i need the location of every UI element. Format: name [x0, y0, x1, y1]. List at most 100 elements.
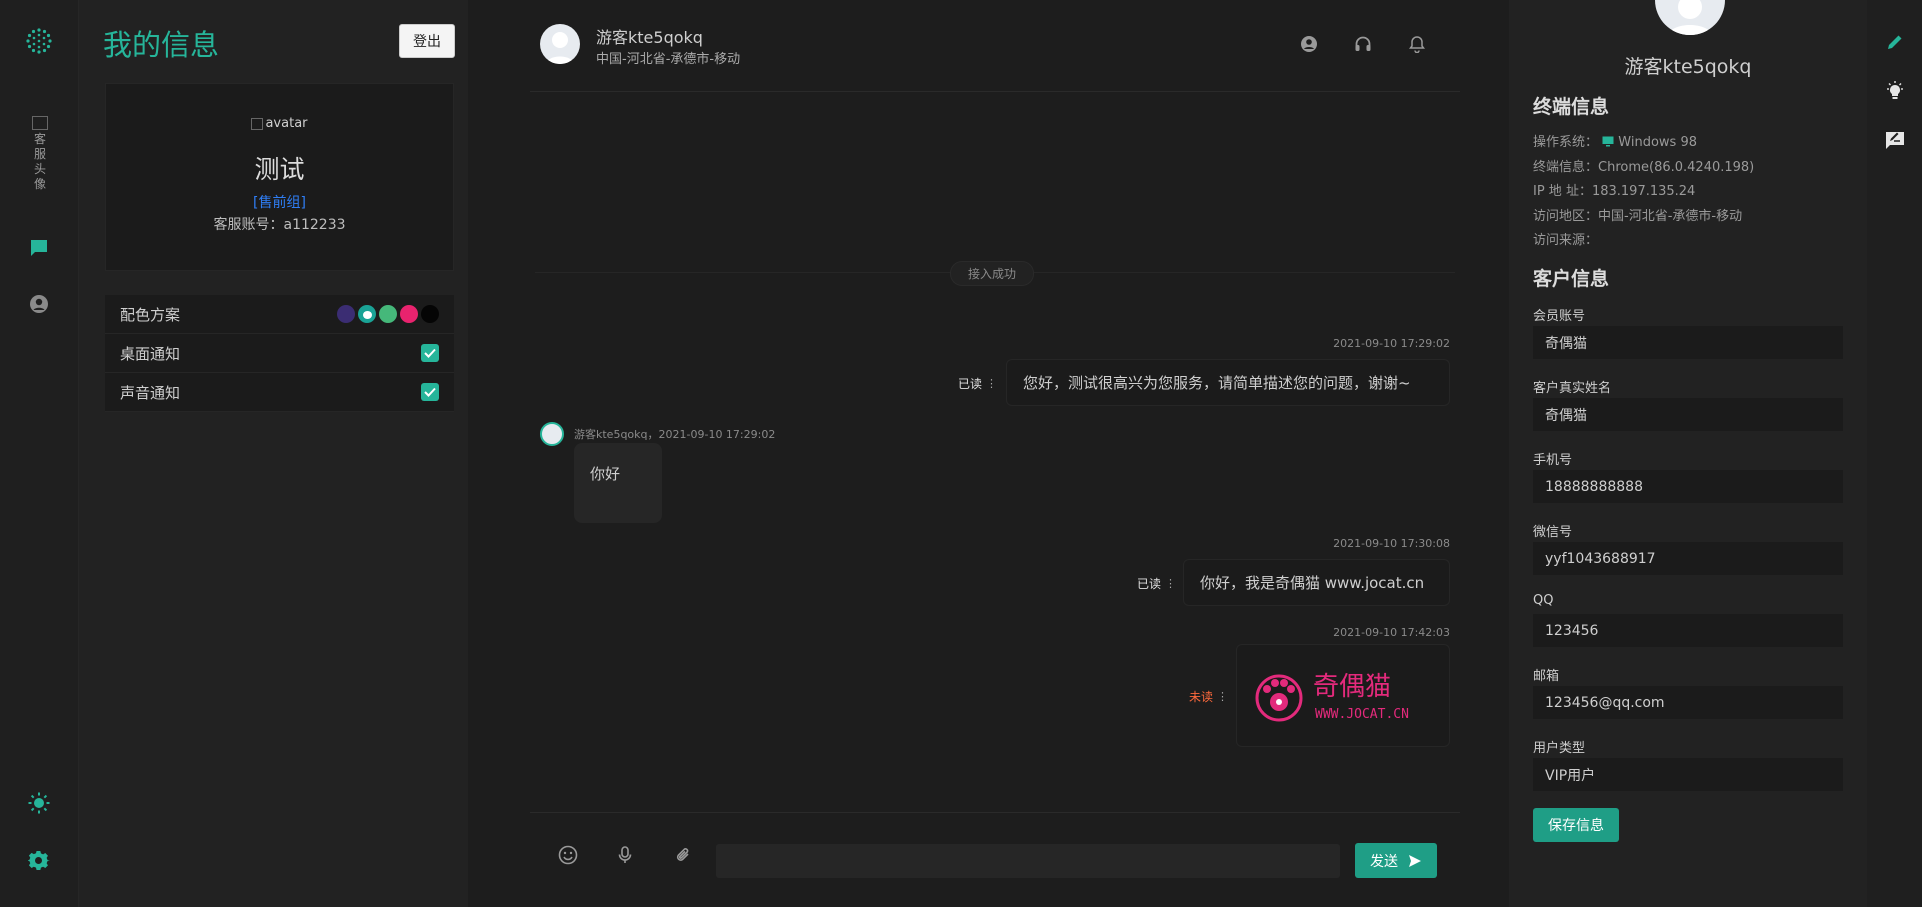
desktop-notify-label: 桌面通知	[120, 344, 181, 363]
headset-icon[interactable]	[1353, 34, 1373, 54]
message-bubble-outgoing[interactable]: 你好，我是奇偶猫 www.jocat.cn	[1183, 559, 1450, 606]
terminal-source-row: 访问来源：	[1533, 229, 1754, 254]
attachment-icon[interactable]	[672, 844, 694, 866]
user-type-field[interactable]: VIP用户	[1533, 758, 1843, 791]
message-text: 您好，测试很高兴为您服务，请简单描述您的问题，谢谢~	[1023, 374, 1411, 392]
agent-profile-avatar: avatar	[251, 116, 308, 131]
visitor-avatar[interactable]	[540, 24, 580, 64]
swatch-green[interactable]	[379, 305, 397, 323]
microphone-icon[interactable]	[614, 844, 636, 866]
swatch-pink[interactable]	[400, 305, 418, 323]
logo-icon	[25, 27, 53, 55]
agent-avatar[interactable]: 客服头像	[29, 116, 51, 192]
user-silhouette-icon	[1667, 0, 1713, 35]
real-name-label: 客户真实姓名	[1533, 381, 1612, 396]
sound-notify-label: 声音通知	[120, 383, 181, 402]
member-account-field[interactable]: 奇偶猫	[1533, 326, 1843, 359]
send-button[interactable]: 发送	[1355, 843, 1437, 878]
message-bubble-incoming[interactable]: 你好	[574, 443, 662, 523]
more-vertical-icon[interactable]: ⋮	[1217, 690, 1228, 703]
terminal-label: 访问来源：	[1533, 233, 1599, 248]
customer-avatar	[1655, 0, 1725, 35]
bell-icon[interactable]	[1407, 34, 1427, 54]
note-edit-icon[interactable]	[1884, 129, 1906, 151]
logout-button[interactable]: 登出	[399, 24, 455, 58]
user-circle-icon[interactable]	[27, 292, 51, 316]
message-text: 你好	[590, 465, 621, 483]
image-message[interactable]: 奇偶猫 WWW.JOCAT.CN	[1236, 644, 1450, 747]
phone-label: 手机号	[1533, 453, 1573, 468]
unread-status[interactable]: 未读 ⋮	[1189, 688, 1228, 705]
email-field[interactable]: 123456@qq.com	[1533, 686, 1843, 719]
avatar-alt-text: avatar	[265, 116, 308, 131]
terminal-value: Windows 98	[1618, 135, 1698, 150]
message-timestamp: 2021-09-10 17:29:02	[1333, 337, 1450, 350]
member-account-label: 会员账号	[1533, 309, 1586, 324]
pencil-icon[interactable]	[1884, 31, 1906, 53]
save-info-button[interactable]: 保存信息	[1533, 808, 1619, 842]
swatch-teal-selected[interactable]	[358, 305, 376, 323]
color-scheme-label: 配色方案	[120, 305, 181, 324]
desktop-notify-checkbox[interactable]	[421, 344, 439, 362]
send-label: 发送	[1370, 853, 1398, 870]
phone-field[interactable]: 18888888888	[1533, 470, 1843, 503]
message-timestamp: 2021-09-10 17:42:03	[1333, 626, 1450, 639]
color-swatches	[337, 305, 439, 323]
swatch-purple[interactable]	[337, 305, 355, 323]
user-profile-icon[interactable]	[1299, 34, 1319, 54]
monitor-icon	[1602, 136, 1614, 147]
sound-notify-row: 声音通知	[105, 373, 454, 412]
logo-url-text: WWW.JOCAT.CN	[1315, 707, 1409, 722]
terminal-ip-row: IP 地 址：183.197.135.24	[1533, 180, 1754, 205]
chat-header: 游客kte5qokq 中国-河北省-承德市-移动	[530, 0, 1460, 92]
message-input[interactable]	[716, 844, 1340, 878]
terminal-region-row: 访问地区：中国-河北省-承德市-移动	[1533, 205, 1754, 230]
read-status[interactable]: 已读 ⋮	[1137, 575, 1176, 592]
chat-icon[interactable]	[27, 236, 51, 260]
agent-profile-card: avatar 测试 [售前组] 客服账号：a112233	[105, 83, 454, 271]
agent-account: 客服账号：a112233	[213, 216, 346, 233]
logo-text: 奇偶猫	[1313, 672, 1391, 702]
sound-notify-checkbox[interactable]	[421, 383, 439, 401]
read-status-label: 已读	[1137, 577, 1162, 591]
send-icon	[1409, 854, 1421, 867]
page-title: 我的信息	[103, 28, 220, 62]
qq-field[interactable]: 123456	[1533, 614, 1843, 647]
wechat-field[interactable]: yyf1043688917	[1533, 542, 1843, 575]
swatch-black[interactable]	[421, 305, 439, 323]
user-silhouette-icon	[546, 32, 574, 64]
visitor-message-avatar[interactable]	[540, 422, 564, 446]
chat-panel: 游客kte5qokq 中国-河北省-承德市-移动 接入成功 2021-09-10…	[530, 0, 1460, 907]
message-timestamp: 2021-09-10 17:30:08	[1333, 537, 1450, 550]
app-root: 客服头像 我的信息 登出 avatar 测试 [售前组] 客服账号：a11223…	[0, 0, 1922, 907]
gear-icon[interactable]	[27, 849, 51, 873]
wechat-label: 微信号	[1533, 525, 1573, 540]
terminal-label: 访问地区：	[1533, 208, 1599, 224]
jocat-logo-image: 奇偶猫 WWW.JOCAT.CN	[1255, 672, 1409, 722]
message-bubble-outgoing[interactable]: 您好，测试很高兴为您服务，请简单描述您的问题，谢谢~	[1006, 359, 1450, 406]
message-meta: 游客kte5qokq，2021-09-10 17:29:02	[574, 428, 776, 441]
terminal-value: 中国-河北省-承德市-移动	[1598, 208, 1743, 224]
terminal-browser-row: 终端信息：Chrome(86.0.4240.198)	[1533, 156, 1754, 181]
agent-group: [售前组]	[253, 194, 306, 211]
read-status[interactable]: 已读 ⋮	[958, 375, 997, 392]
terminal-label: 操作系统：	[1533, 135, 1599, 150]
emoji-icon[interactable]	[557, 844, 579, 866]
broken-image-icon	[251, 117, 264, 130]
terminal-value: 183.197.135.24	[1591, 184, 1696, 199]
right-rail	[1867, 0, 1922, 907]
unread-status-label: 未读	[1189, 690, 1214, 704]
user-type-label: 用户类型	[1533, 741, 1586, 756]
lightbulb-icon[interactable]	[1884, 80, 1906, 102]
sun-icon[interactable]	[27, 791, 51, 815]
more-vertical-icon[interactable]: ⋮	[986, 377, 997, 390]
terminal-info-title: 终端信息	[1533, 96, 1610, 118]
customer-name: 游客kte5qokq	[1624, 56, 1752, 78]
real-name-field[interactable]: 奇偶猫	[1533, 398, 1843, 431]
settings-list: 配色方案 桌面通知 声音通知	[105, 295, 454, 412]
terminal-os-row: 操作系统： Windows 98	[1533, 131, 1754, 156]
desktop-notify-row: 桌面通知	[105, 334, 454, 373]
terminal-info-list: 操作系统： Windows 98 终端信息：Chrome(86.0.4240.1…	[1533, 131, 1754, 254]
check-icon	[424, 348, 436, 358]
more-vertical-icon[interactable]: ⋮	[1165, 577, 1176, 590]
